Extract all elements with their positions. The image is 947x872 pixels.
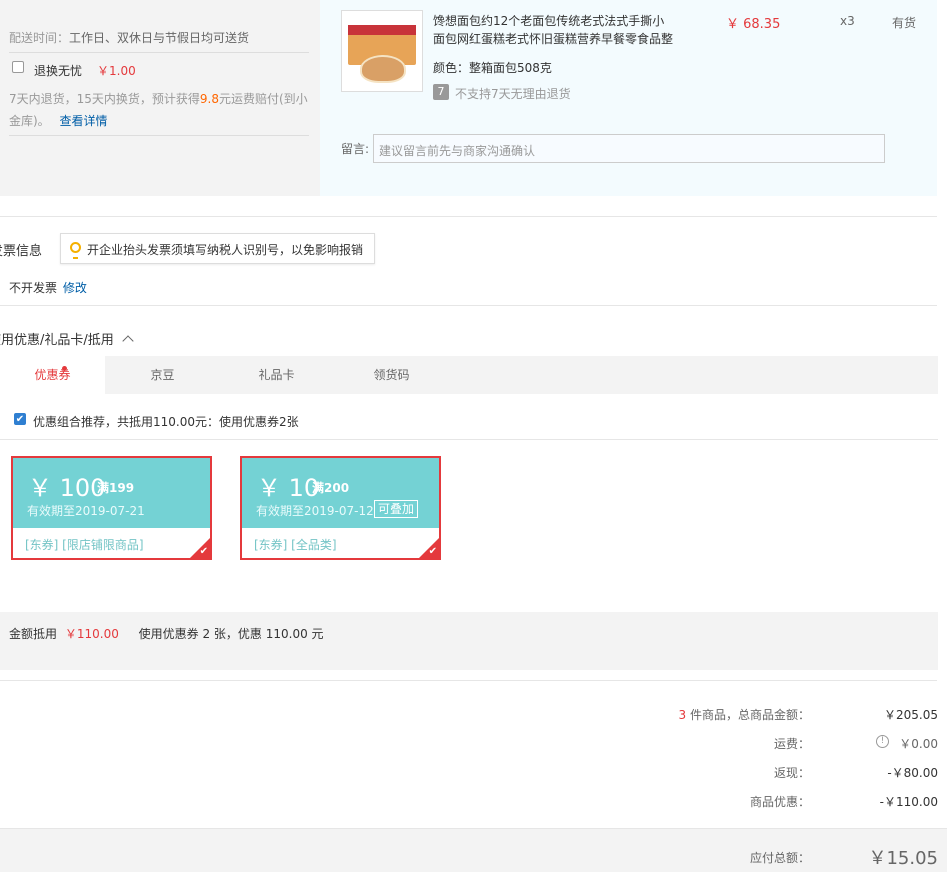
discount-title: 使用优惠/礼品卡/抵用 [0,333,114,348]
coupon-condition: 满200 [312,481,350,495]
insurance-checkbox[interactable] [12,61,24,73]
product-discount-amount: -￥110.00 [879,795,938,809]
coupon-condition: 满199 [97,481,135,495]
goods-amount: ￥205.05 [884,708,938,722]
goods-count: 3 [678,708,687,722]
remark-label: 留言: [341,142,370,156]
invoice-value-text: 不开发票 [9,281,58,295]
no-return-icon: 7 [433,84,449,100]
coupon-amount: ￥ 10 [257,468,319,503]
product-name-line2: 面包网红蛋糕老式怀旧蛋糕营养早餐零食品整 [433,32,674,46]
coupon-validity: 有效期至2019-07-12 [256,504,374,518]
chevron-up-icon [122,335,134,347]
stock-status: 有货 [892,16,917,30]
summary-desc: 使用优惠券 2 张，优惠 110.00 元 [138,627,324,641]
insurance-desc-text: 7天内退货，15天内换货，预计获得 [9,92,200,106]
coupon-header: ￥ 100 满199 有效期至2019-07-21 [13,458,210,528]
check-icon: ✔ [199,546,208,557]
goods-count-label: 3 件商品，总商品金额： [610,706,810,723]
coupon-header: ￥ 10 满200 有效期至2019-07-12 可叠加 [242,458,439,528]
divider [9,135,309,136]
coupon-card[interactable]: ￥ 100 满199 有效期至2019-07-21 [东券] [限店铺限商品] … [11,456,212,560]
product-name-line1: 馋想面包约12个老面包传统老式法式手撕小 [433,14,665,28]
divider [9,52,309,53]
payable-amount: ￥15.05 [868,848,938,869]
lightbulb-icon [70,242,81,259]
coupon-card[interactable]: ￥ 10 满200 有效期至2019-07-12 可叠加 [东券] [全品类] … [240,456,441,560]
notification-dot [62,366,67,371]
delivery-time-label: 配送时间： [9,31,70,45]
cashback-amount: -￥80.00 [887,766,938,780]
coupon-tags: [东券] [全品类] [254,538,337,552]
divider [0,216,937,217]
cashback-label: 返现： [773,766,810,780]
goods-count-text: 件商品，总商品金额： [689,708,810,722]
coupon-currency: ￥ [257,474,281,502]
bread-image [360,55,406,83]
product-color: 颜色：整箱面包508克 [433,61,552,75]
product-name-link[interactable]: 馋想面包约12个老面包传统老式法式手撕小 面包网红蛋糕老式怀旧蛋糕营养早餐零食品… [433,12,683,48]
invoice-tip: 开企业抬头发票须填写纳税人识别号，以免影响报销 [60,233,375,264]
product-thumbnail[interactable] [341,10,423,92]
invoice-title: 发票信息 [0,244,43,259]
remark-input[interactable]: 建议留言前先与商家沟通确认 [373,134,885,163]
insurance-desc: 7天内退货，15天内换货，预计获得9.8元运费赔付(到小 [9,90,314,107]
discount-section-toggle[interactable]: 使用优惠/礼品卡/抵用 [0,329,134,348]
coupon-currency: ￥ [28,474,52,502]
insurance-amount: 9.8 [199,92,219,106]
coupon-validity: 有效期至2019-07-21 [27,504,145,518]
payable-label: 应付总额： [749,851,810,865]
insurance-details-link[interactable]: 查看详情 [60,114,108,128]
product-price: ￥ 68.35 [726,17,781,32]
invoice-value: 不开发票 修改 [9,279,87,296]
divider [0,439,938,440]
tab-gift-card[interactable]: 礼品卡 [224,356,329,394]
tab-coupons[interactable]: 优惠券 [0,356,105,394]
product-quantity: x3 [840,14,855,28]
divider [0,305,937,306]
insurance-desc-line2: 金库)。 查看详情 [9,112,108,129]
recommend-text: 优惠组合推荐，共抵用110.00元：使用优惠券2张 [33,415,299,429]
discount-tabs: 优惠券 京豆 礼品卡 领货码 [0,356,938,394]
insurance-desc-text-2: 元运费赔付(到小 [219,92,308,106]
return-policy: 不支持7天无理由退货 [455,87,571,101]
check-icon: ✔ [428,546,437,557]
tab-jingdou[interactable]: 京豆 [110,356,215,394]
divider [0,680,937,681]
insurance-price: ￥1.00 [97,64,136,78]
insurance-desc-text-3: 金库)。 [9,114,50,128]
insurance-label[interactable]: 退换无忧 [34,62,82,79]
product-discount-label: 商品优惠： [749,795,810,809]
tab-pickup-code[interactable]: 领货码 [339,356,444,394]
discount-summary-text: 金额抵用 ￥110.00 使用优惠券 2 张，优惠 110.00 元 [9,625,324,642]
stackable-badge: 可叠加 [374,500,419,518]
recommend-checkbox[interactable] [14,413,26,425]
freight-label: 运费： [773,737,810,751]
invoice-edit-link[interactable]: 修改 [63,281,87,295]
summary-amount: ￥110.00 [64,627,119,641]
summary-label: 金额抵用 [9,627,58,641]
delivery-time-value: 工作日、双休日与节假日均可送货 [69,31,250,45]
coupon-amount: ￥ 100 [28,468,105,503]
delivery-time: 配送时间：工作日、双休日与节假日均可送货 [9,29,249,46]
coupon-tags: [东券] [限店铺限商品] [25,538,144,552]
freight-amount: ￥0.00 [899,737,938,751]
invoice-tip-text: 开企业抬头发票须填写纳税人识别号，以免影响报销 [87,243,364,257]
